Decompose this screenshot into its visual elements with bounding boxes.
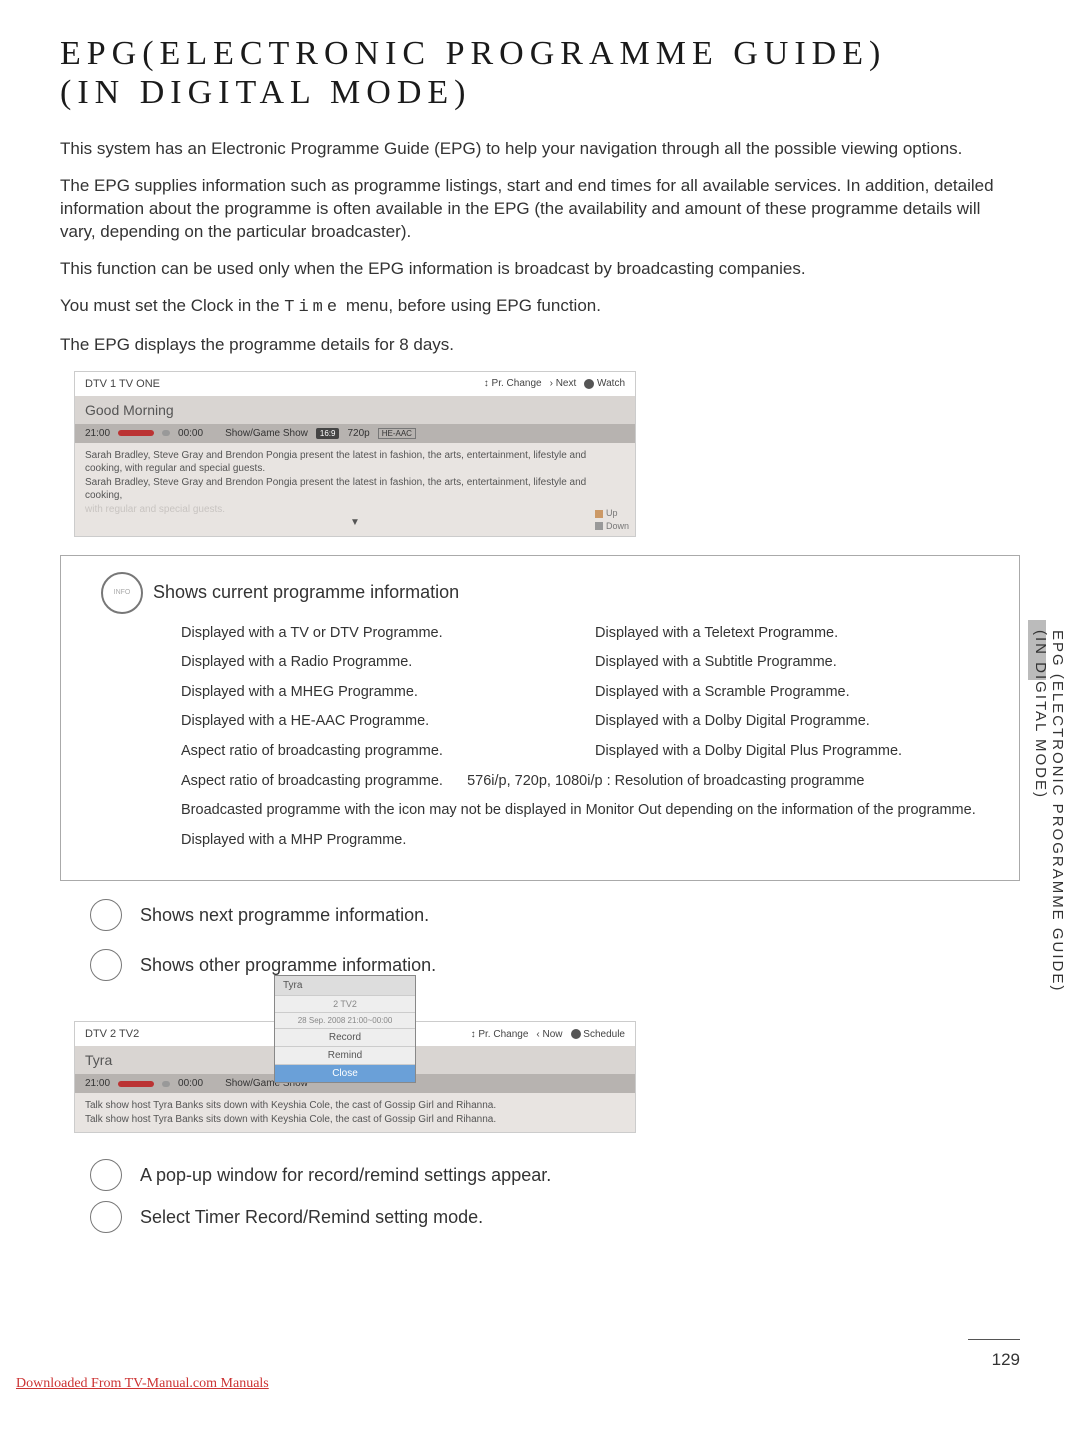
info-l4: Aspect ratio of broadcasting programme. — [181, 742, 565, 762]
intro-p2: The EPG supplies information such as pro… — [60, 175, 1020, 244]
info-l5: Aspect ratio of broadcasting programme. — [181, 773, 443, 789]
epg1-progtitle: Good Morning — [75, 396, 635, 424]
circle-icon — [90, 1159, 122, 1191]
circle-icon — [90, 1201, 122, 1233]
epg1-genre: Show/Game Show — [225, 428, 308, 439]
circle-icon — [90, 949, 122, 981]
epg1-watch: Watch — [597, 378, 625, 389]
epg1-desc: Sarah Bradley, Steve Gray and Brendon Po… — [75, 443, 635, 536]
progress-bar-icon — [118, 1081, 154, 1087]
epg1-down: Down — [606, 521, 629, 531]
section-popup: A pop-up window for record/remind settin… — [90, 1159, 1020, 1191]
circle-icon — [90, 899, 122, 931]
epg1-desc-ghost: with regular and special guests. — [85, 503, 625, 517]
info-r3: Displayed with a Dolby Digital Programme… — [595, 712, 979, 732]
epg1-header: DTV 1 TV ONE ↕ Pr. Change › Next Watch — [75, 372, 635, 396]
epg2-desc1: Talk show host Tyra Banks sits down with… — [85, 1099, 625, 1113]
progress-remain-icon — [162, 1081, 170, 1087]
popup-close[interactable]: Close — [275, 1064, 415, 1082]
info-l0: Displayed with a TV or DTV Programme. — [181, 624, 565, 644]
title-line-2: (IN DIGITAL MODE) — [60, 73, 1020, 112]
intro-p3: This function can be used only when the … — [60, 258, 1020, 281]
info-r2: Displayed with a Scramble Programme. — [595, 683, 979, 703]
epg1-prchange: Pr. Change — [492, 378, 542, 389]
popup-remind[interactable]: Remind — [275, 1046, 415, 1064]
epg-preview-2-wrap: Tyra 2 TV2 28 Sep. 2008 21:00~00:00 Reco… — [74, 1021, 634, 1133]
epg2-t1: 21:00 — [85, 1078, 110, 1089]
info-l1: Displayed with a Radio Programme. — [181, 653, 565, 673]
timer-text: Select Timer Record/Remind setting mode. — [140, 1207, 483, 1228]
popup-record[interactable]: Record — [275, 1028, 415, 1046]
intro-p5: The EPG displays the programme details f… — [60, 334, 1020, 357]
info-l2: Displayed with a MHEG Programme. — [181, 683, 565, 703]
epg1-next: Next — [556, 378, 577, 389]
side-a: EPG (ELECTRONIC PROGRAMME GUIDE) — [1049, 630, 1066, 992]
schedule-icon — [571, 1029, 581, 1039]
popup-title: Tyra — [275, 976, 415, 995]
badge-169: 16:9 — [316, 428, 340, 439]
up-icon — [595, 510, 603, 518]
epg1-channel: DTV 1 TV ONE — [85, 378, 160, 390]
progress-remain-icon — [162, 430, 170, 436]
side-b: (IN DIGITAL MODE) — [1032, 630, 1049, 799]
info-frame: INFO Shows current programme information… — [60, 555, 1020, 882]
popup-sub1: 2 TV2 — [275, 995, 415, 1012]
epg1-desc1: Sarah Bradley, Steve Gray and Brendon Po… — [85, 449, 625, 476]
other-text: Shows other programme information. — [140, 955, 436, 976]
epg1-up: Up — [606, 508, 618, 518]
epg1-updown: Up Down — [595, 507, 629, 531]
page-line — [968, 1339, 1020, 1340]
epg2-desc: Talk show host Tyra Banks sits down with… — [75, 1093, 635, 1132]
info-r5: 576i/p, 720p, 1080i/p : Resolution of br… — [467, 773, 864, 789]
next-text: Shows next programme information. — [140, 905, 429, 926]
side-label: EPG (ELECTRONIC PROGRAMME GUIDE) (IN DIG… — [1032, 630, 1066, 992]
info-icon: INFO — [101, 572, 143, 614]
intro-p4b: menu, before using EPG function. — [341, 296, 601, 315]
epg2-schedule: Schedule — [583, 1029, 625, 1040]
watch-icon — [584, 379, 594, 389]
info-r1: Displayed with a Subtitle Programme. — [595, 653, 979, 673]
info-col-right: Displayed with a Teletext Programme. Dis… — [595, 624, 979, 772]
info-r4: Displayed with a Dolby Digital Plus Prog… — [595, 742, 979, 762]
info-full2: Displayed with a MHP Programme. — [181, 831, 979, 851]
badge-720p: 720p — [347, 428, 369, 439]
epg2-channel: DTV 2 TV2 — [85, 1028, 139, 1040]
record-popup: Tyra 2 TV2 28 Sep. 2008 21:00~00:00 Reco… — [274, 975, 416, 1083]
info-heading: Shows current programme information — [153, 582, 459, 603]
info-full1: Broadcasted programme with the icon may … — [181, 801, 979, 821]
epg2-prchange: Pr. Change — [478, 1029, 528, 1040]
popup-sub2: 28 Sep. 2008 21:00~00:00 — [275, 1012, 415, 1028]
intro-p4a: You must set the Clock in the — [60, 296, 284, 315]
info-r0: Displayed with a Teletext Programme. — [595, 624, 979, 644]
info-l3: Displayed with a HE-AAC Programme. — [181, 712, 565, 732]
epg1-arrow: ▼ — [85, 516, 625, 530]
badge-heaac: HE-AAC — [378, 428, 416, 439]
page-title: EPG(ELECTRONIC PROGRAMME GUIDE) (IN DIGI… — [60, 34, 1020, 112]
info-col-left: Displayed with a TV or DTV Programme. Di… — [181, 624, 565, 772]
epg-preview-1: DTV 1 TV ONE ↕ Pr. Change › Next Watch G… — [74, 371, 636, 537]
section-next: Shows next programme information. — [90, 899, 1020, 931]
time-menu-word: Time — [284, 298, 341, 317]
section-other: Shows other programme information. — [90, 949, 1020, 981]
intro-p1: This system has an Electronic Programme … — [60, 138, 1020, 161]
epg1-desc2: Sarah Bradley, Steve Gray and Brendon Po… — [85, 476, 625, 503]
epg2-now: Now — [543, 1029, 563, 1040]
epg1-timeline: 21:00 00:00 Show/Game Show 16:9 720p HE-… — [75, 424, 635, 443]
intro-p4: You must set the Clock in the Time menu,… — [60, 295, 1020, 320]
down-icon — [595, 522, 603, 530]
title-line-1: EPG(ELECTRONIC PROGRAMME GUIDE) — [60, 34, 1020, 73]
footer-link[interactable]: Downloaded From TV-Manual.com Manuals — [16, 1376, 269, 1392]
intro-block: This system has an Electronic Programme … — [60, 138, 1020, 357]
section-timer: Select Timer Record/Remind setting mode. — [90, 1201, 1020, 1233]
popup-text: A pop-up window for record/remind settin… — [140, 1165, 551, 1186]
epg1-t1: 21:00 — [85, 428, 110, 439]
epg2-t2: 00:00 — [178, 1078, 203, 1089]
progress-bar-icon — [118, 430, 154, 436]
epg2-desc2: Talk show host Tyra Banks sits down with… — [85, 1113, 625, 1127]
page-number: 129 — [992, 1350, 1020, 1370]
epg1-t2: 00:00 — [178, 428, 203, 439]
